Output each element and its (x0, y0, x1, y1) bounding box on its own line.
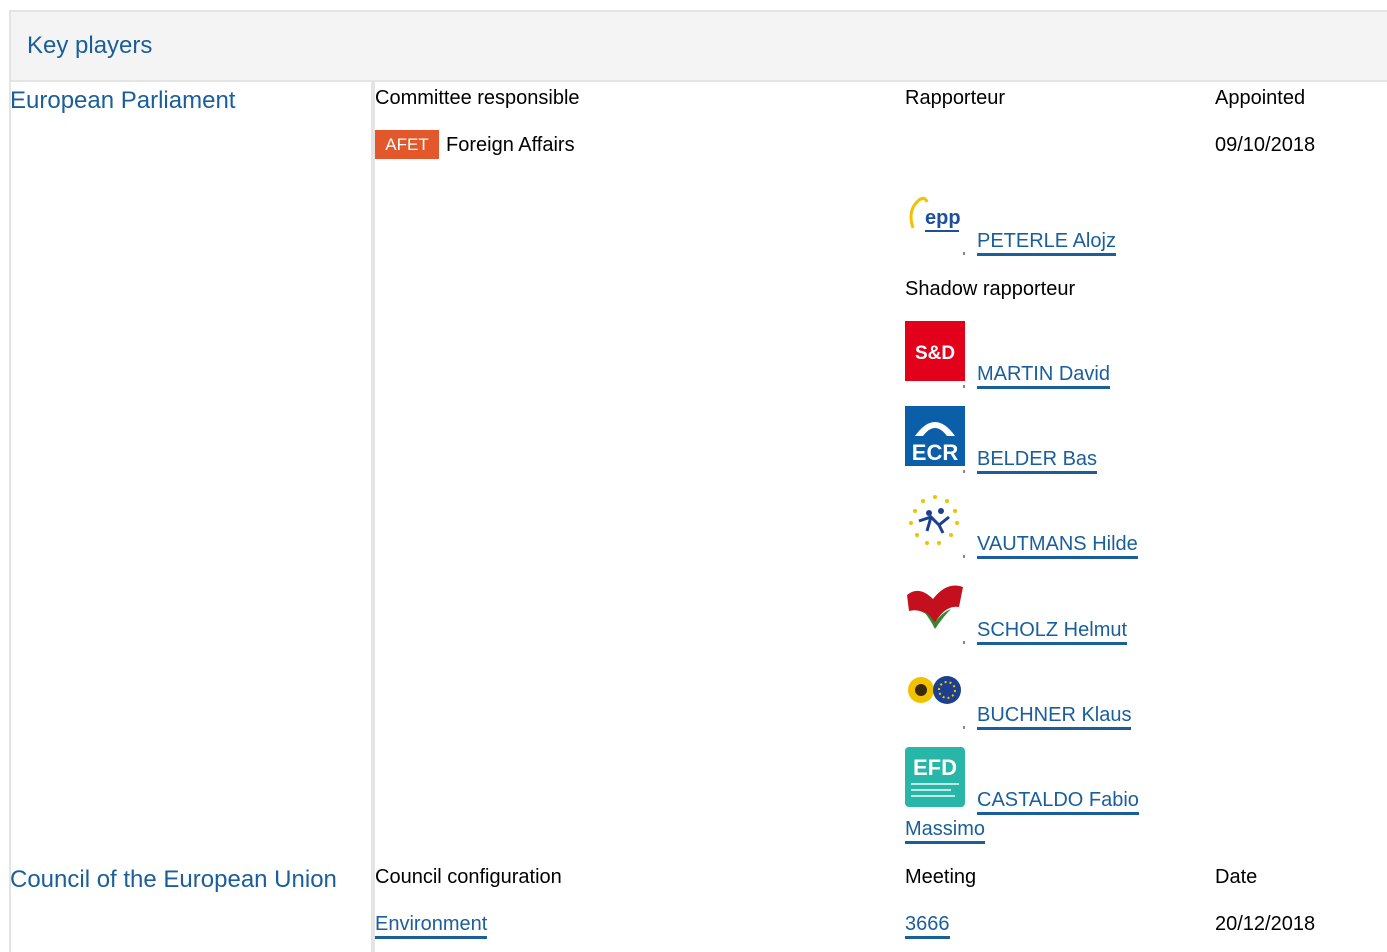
shadow-rapporteur-link-buchner[interactable]: BUCHNER Klaus (977, 704, 1132, 730)
council-configuration-label: Council configuration (375, 866, 562, 888)
shadow-rapporteur-link-castaldo[interactable]: CASTALDO Fabio (977, 789, 1139, 815)
panel-header: Key players (11, 12, 1387, 82)
epp-logo-text: epp (925, 207, 961, 229)
separator-tick (963, 385, 965, 388)
ecr-logo-text: ECR (912, 440, 959, 465)
separator-tick (963, 555, 965, 558)
meeting-label: Meeting (905, 866, 977, 888)
shadow-rapporteur-link-martin[interactable]: MARTIN David (977, 363, 1110, 389)
column-divider (371, 82, 375, 952)
panel-title: Key players (27, 32, 153, 59)
greens-logo-icon (905, 662, 965, 722)
gue-logo-icon (905, 577, 965, 637)
meeting-link[interactable]: 3666 (905, 913, 950, 939)
key-players-panel (9, 10, 1387, 952)
separator-tick (963, 641, 965, 644)
appointed-label: Appointed (1215, 87, 1306, 109)
separator-tick (963, 252, 965, 255)
sd-logo-icon: S&D (905, 321, 965, 381)
rapporteur-link[interactable]: PETERLE Alojz (977, 230, 1116, 256)
shadow-rapporteur-link-castaldo-line2[interactable]: Massimo (905, 818, 986, 844)
council-link[interactable]: Council of the European Union (10, 866, 337, 894)
appointed-date: 09/10/2018 (1215, 134, 1316, 156)
efd-logo-icon: EFD (905, 747, 965, 807)
separator-tick (963, 726, 965, 729)
council-date: 20/12/2018 (1215, 913, 1316, 935)
sd-logo-text: S&D (915, 343, 955, 364)
committee-responsible-label: Committee responsible (375, 87, 580, 109)
separator-tick (963, 470, 965, 473)
date-label: Date (1215, 866, 1258, 888)
committee-name: Foreign Affairs (446, 134, 575, 156)
efd-logo-text: EFD (913, 755, 957, 780)
alde-logo-icon (905, 491, 965, 551)
council-configuration-link[interactable]: Environment (375, 913, 488, 939)
shadow-rapporteur-label: Shadow rapporteur (905, 278, 1076, 300)
shadow-rapporteur-link-vautmans[interactable]: VAUTMANS Hilde (977, 533, 1138, 559)
shadow-rapporteur-link-scholz[interactable]: SCHOLZ Helmut (977, 619, 1128, 645)
epp-logo-icon: epp (905, 188, 965, 248)
rapporteur-label: Rapporteur (905, 87, 1006, 109)
committee-badge[interactable]: AFET (375, 130, 439, 159)
ecr-logo-icon: ECR (905, 406, 965, 466)
european-parliament-link[interactable]: European Parliament (10, 87, 235, 115)
shadow-rapporteur-link-belder[interactable]: BELDER Bas (977, 448, 1098, 474)
